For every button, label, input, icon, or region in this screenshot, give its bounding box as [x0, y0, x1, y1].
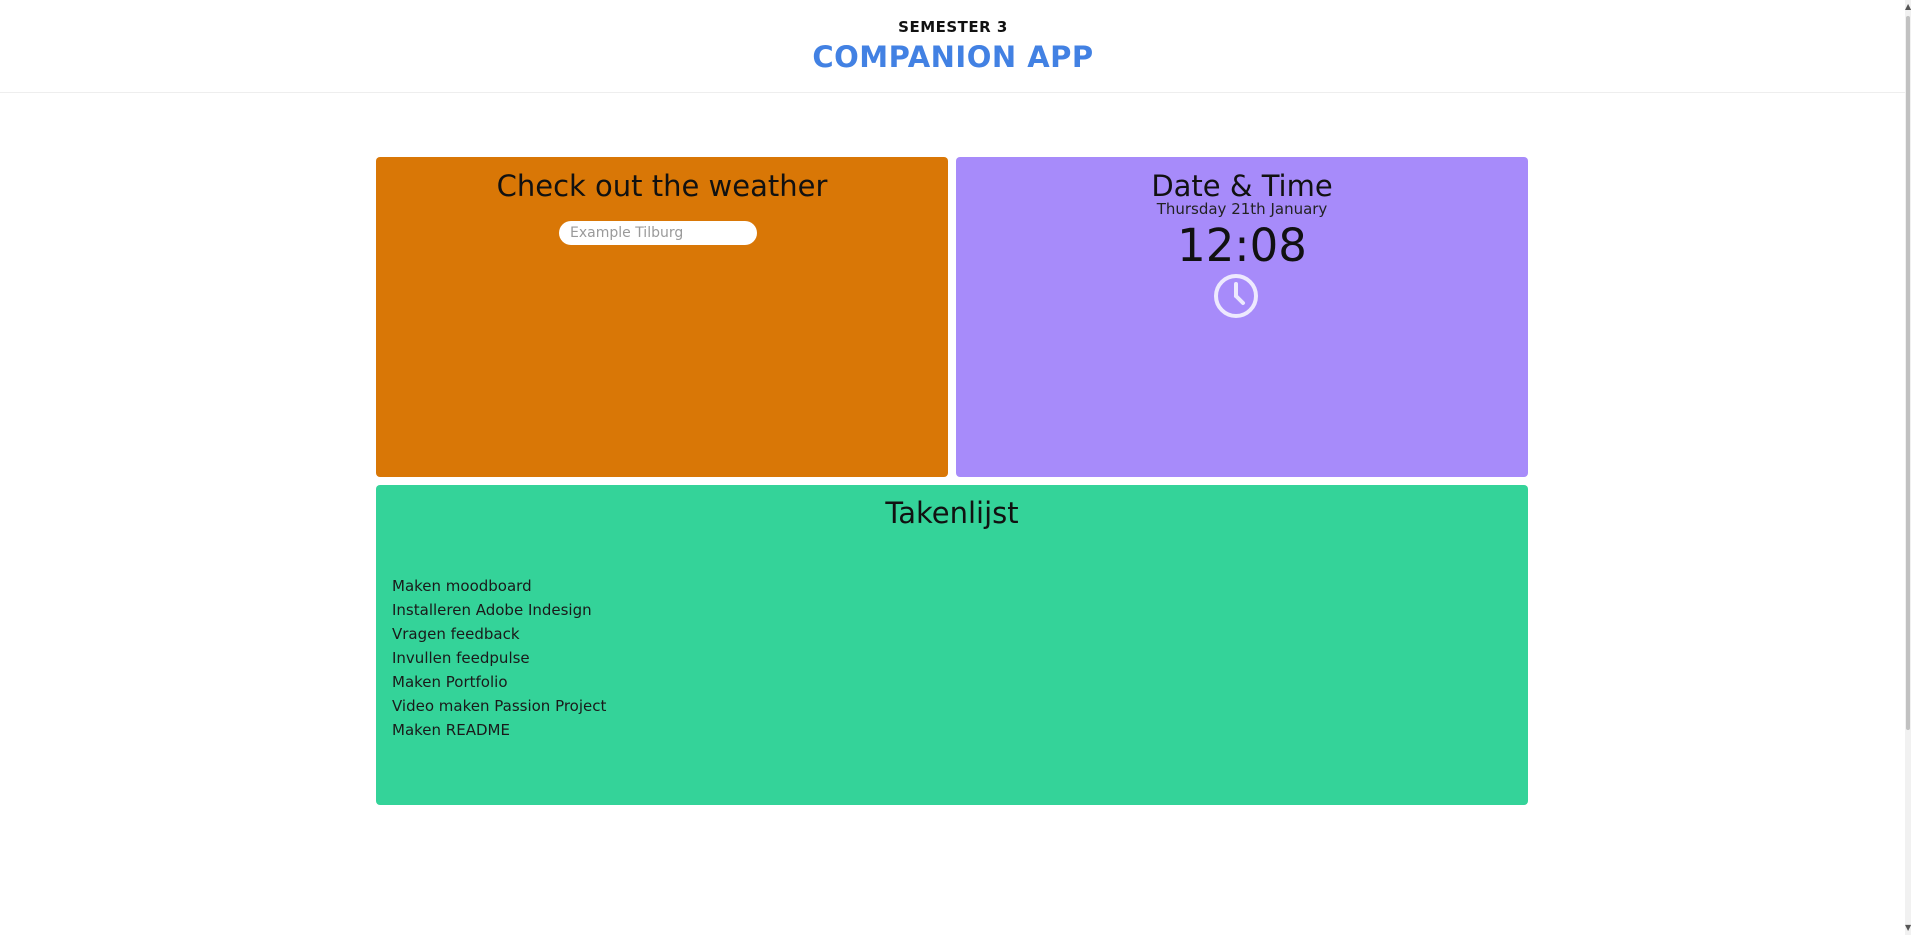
task-list-card: Takenlijst Maken moodboard Installeren A…: [376, 485, 1528, 805]
scroll-up-arrow-icon[interactable]: ▲: [1905, 2, 1911, 12]
app-header: SEMESTER 3 COMPANION APP: [0, 0, 1906, 93]
semester-label: SEMESTER 3: [898, 18, 1008, 36]
vertical-scrollbar[interactable]: ▲ ▼: [1905, 0, 1911, 935]
current-time: 12:08: [1177, 219, 1307, 272]
task-item[interactable]: Video maken Passion Project: [392, 694, 606, 718]
app-title: COMPANION APP: [812, 40, 1094, 74]
datetime-card: Date & Time Thursday 21th January 12:08: [956, 157, 1528, 477]
weather-card: Check out the weather: [376, 157, 948, 477]
task-item[interactable]: Invullen feedpulse: [392, 646, 606, 670]
task-item[interactable]: Installeren Adobe Indesign: [392, 598, 606, 622]
scrollbar-thumb[interactable]: [1906, 16, 1910, 730]
task-item[interactable]: Maken Portfolio: [392, 670, 606, 694]
clock-icon: [1214, 274, 1258, 318]
city-search-input[interactable]: [559, 221, 757, 245]
task-item[interactable]: Maken README: [392, 718, 606, 742]
datetime-title: Date & Time: [1151, 169, 1333, 203]
task-item[interactable]: Maken moodboard: [392, 574, 606, 598]
task-list-title: Takenlijst: [885, 496, 1019, 530]
task-item[interactable]: Vragen feedback: [392, 622, 606, 646]
scroll-down-arrow-icon[interactable]: ▼: [1905, 923, 1911, 933]
task-list: Maken moodboard Installeren Adobe Indesi…: [392, 574, 606, 742]
current-date: Thursday 21th January: [1156, 200, 1328, 218]
weather-title: Check out the weather: [496, 169, 828, 203]
page: SEMESTER 3 COMPANION APP Check out the w…: [0, 0, 1911, 935]
